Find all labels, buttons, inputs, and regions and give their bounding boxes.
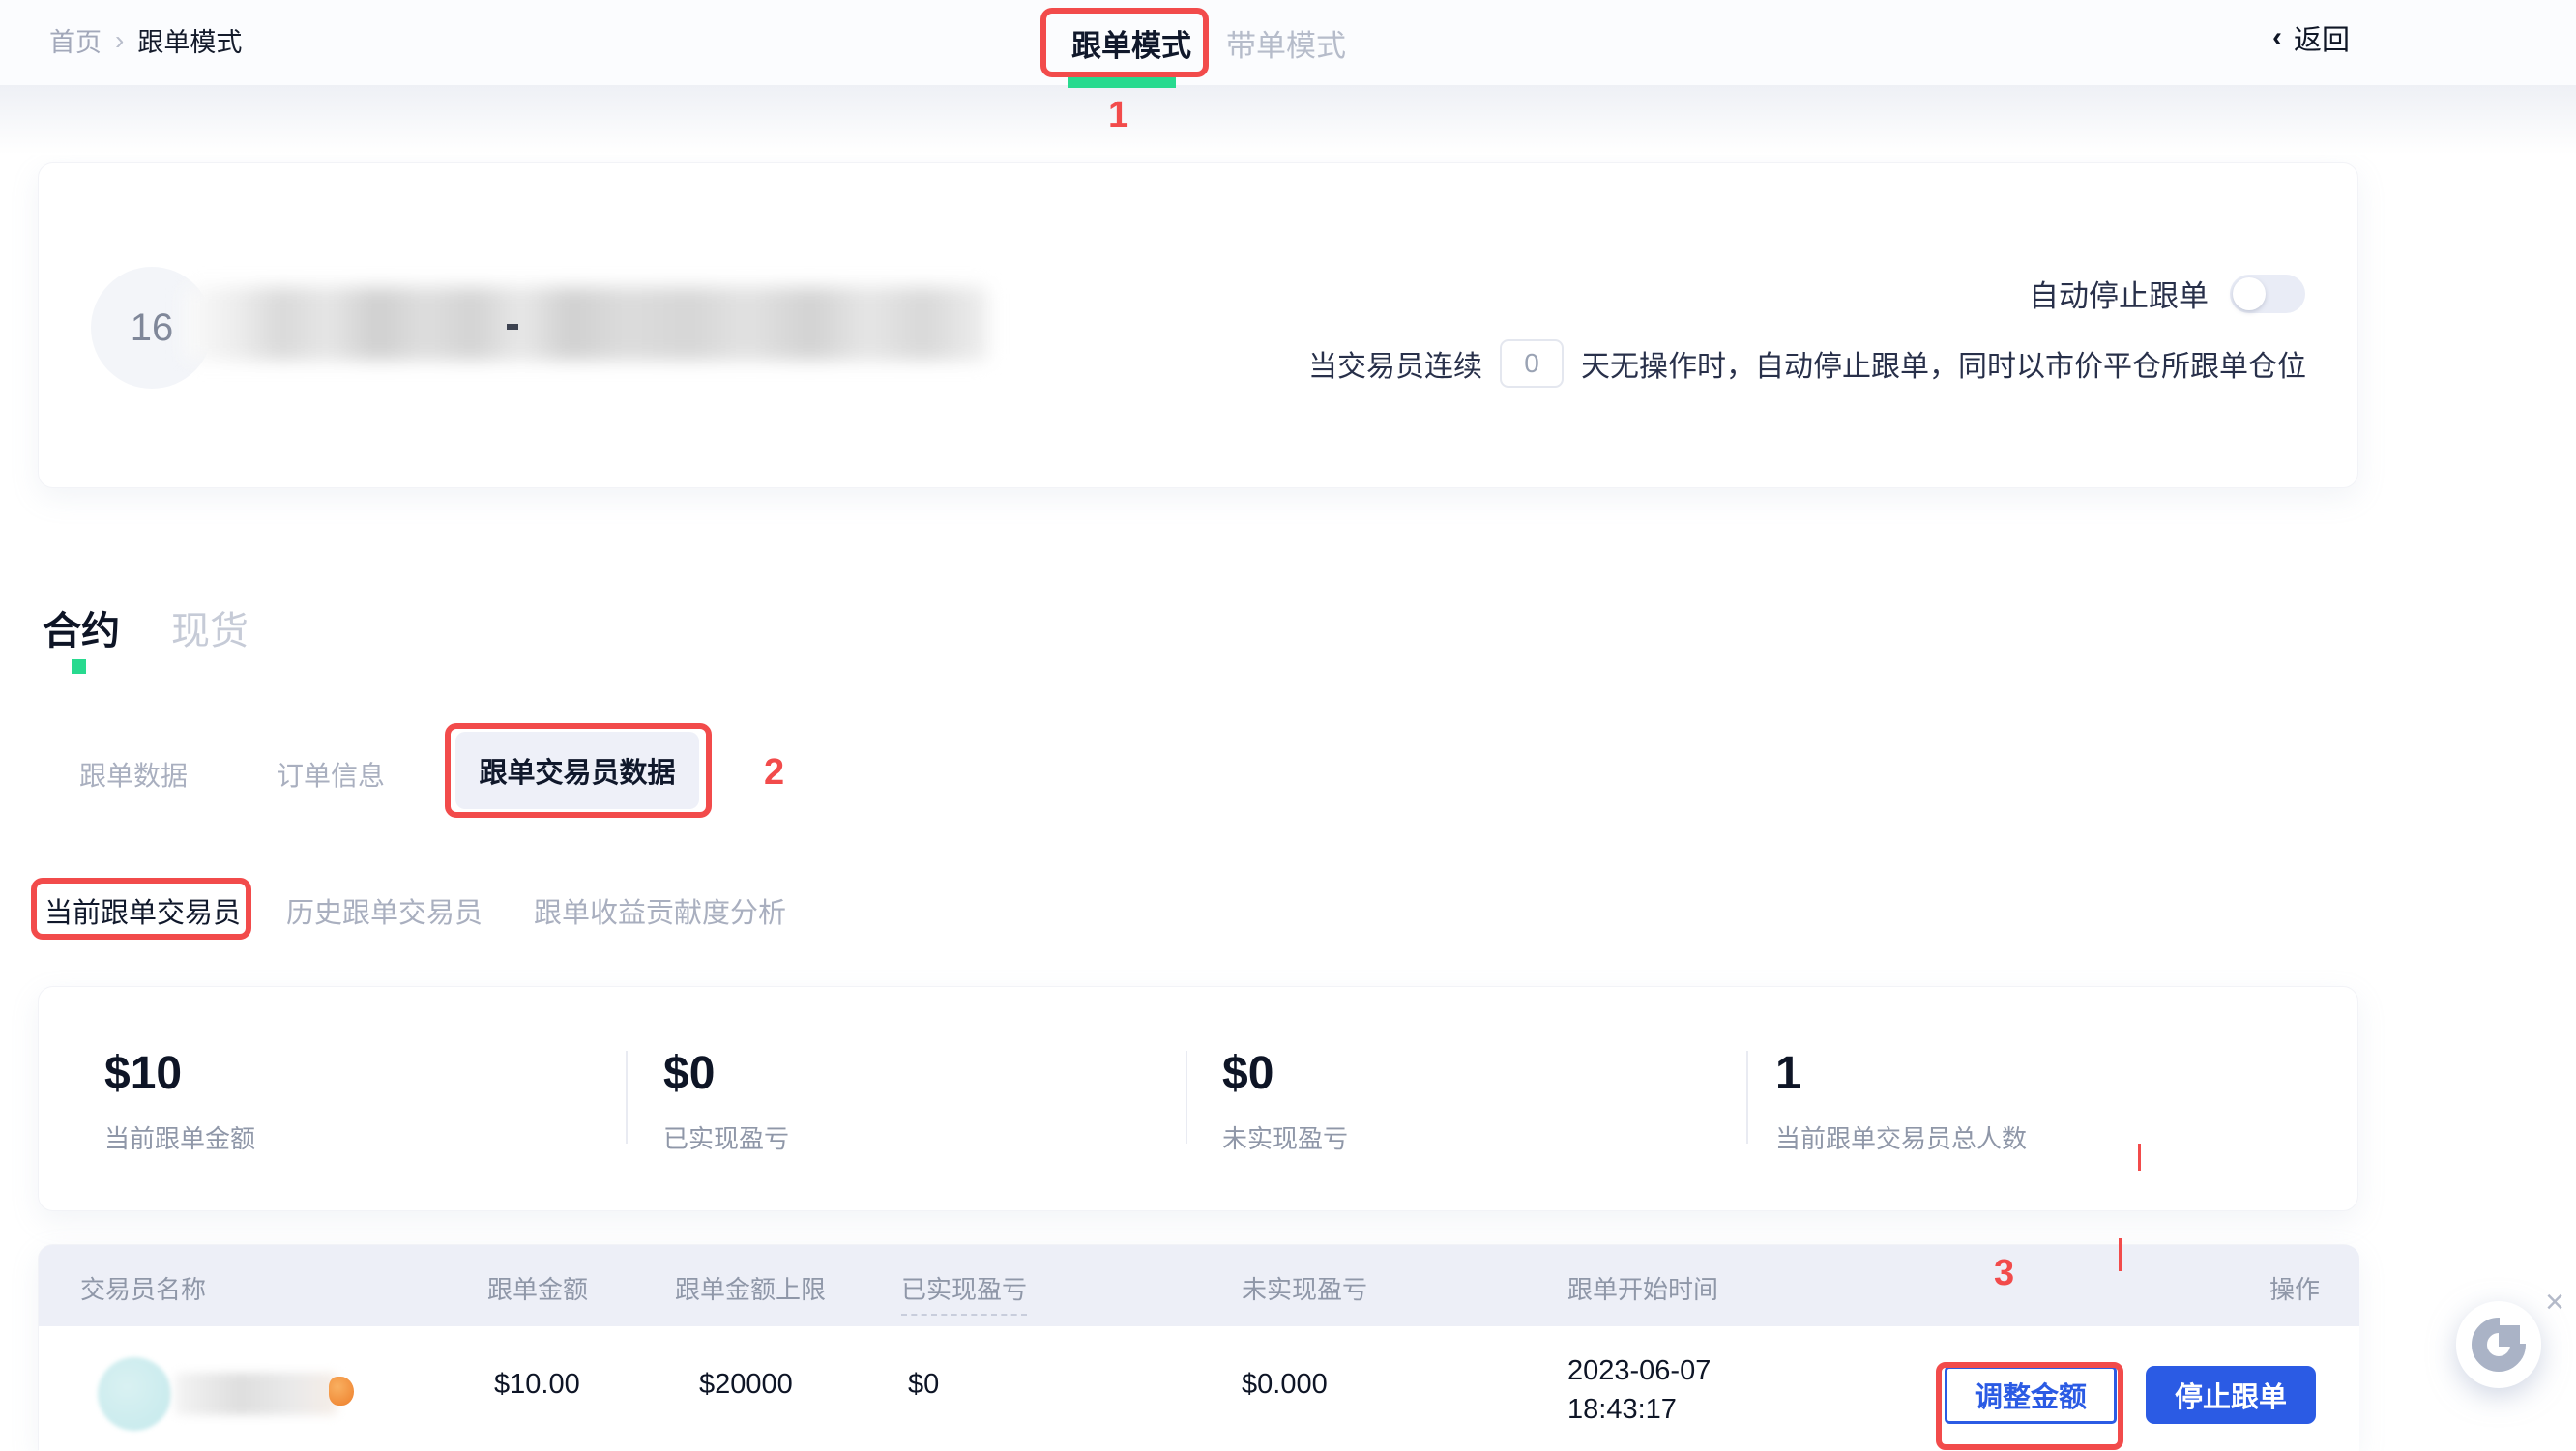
tab-order-info[interactable]: 订单信息	[277, 755, 385, 794]
col-unrealized-pnl: 未实现盈亏	[1242, 1270, 1367, 1306]
breadcrumb-current: 跟单模式	[137, 21, 242, 59]
annotation-box-adjust-button	[1936, 1362, 2123, 1450]
active-market-indicator	[72, 659, 86, 674]
stat-divider	[1186, 1051, 1187, 1144]
row-trader-name-redacted	[175, 1373, 337, 1415]
stat-realized-pnl: $0 已实现盈亏	[663, 1047, 789, 1155]
stat-value: $0	[663, 1047, 789, 1100]
tab-follow-data[interactable]: 跟单数据	[79, 755, 188, 794]
top-navbar: 首页 › 跟单模式 跟单模式 带单模式 ‹ 返回	[0, 0, 2576, 85]
tab-spot[interactable]: 现货	[171, 599, 249, 655]
stats-card: $10 当前跟单金额 $0 已实现盈亏 $0 未实现盈亏 1 当前跟单交易员总人…	[38, 986, 2358, 1211]
auto-stop-toggle[interactable]	[2230, 275, 2305, 313]
annotation-box-step1	[1040, 8, 1209, 77]
cell-realized-pnl: $0	[908, 1369, 939, 1401]
trader-avatar-text: 16	[131, 306, 174, 350]
cell-follow-amount: $10.00	[494, 1369, 580, 1401]
stop-follow-button[interactable]: 停止跟单	[2146, 1366, 2316, 1424]
tab-lead-mode[interactable]: 带单模式	[1226, 21, 1346, 65]
col-trader-name: 交易员名称	[80, 1270, 206, 1306]
stat-value: 1	[1775, 1047, 2027, 1100]
stat-divider	[1746, 1051, 1748, 1144]
back-button[interactable]: ‹ 返回	[2272, 17, 2350, 58]
cell-unrealized-pnl: $0.000	[1242, 1369, 1328, 1401]
annotation-number-2: 2	[764, 752, 784, 794]
stat-value: $10	[104, 1047, 255, 1100]
breadcrumb-home-link[interactable]: 首页	[49, 21, 102, 59]
auto-stop-sentence-prefix: 当交易员连续	[1308, 342, 1482, 385]
auto-stop-sentence-suffix: 天无操作时，自动停止跟单，同时以市价平仓所跟单仓位	[1581, 342, 2306, 385]
stat-label: 当前跟单交易员总人数	[1775, 1119, 2027, 1155]
days-input[interactable]	[1500, 339, 1564, 388]
trader-name-dash	[507, 324, 518, 330]
annotation-number-1: 1	[1108, 95, 1128, 136]
close-icon[interactable]: ×	[2545, 1286, 2564, 1319]
stat-divider	[626, 1051, 628, 1144]
col-follow-amount-limit: 跟单金额上限	[675, 1270, 826, 1306]
cell-follow-amount-limit: $20000	[699, 1369, 793, 1401]
chevron-right-icon: ›	[115, 25, 124, 56]
stat-total-followed-traders: 1 当前跟单交易员总人数	[1775, 1047, 2027, 1155]
cell-start-time: 2023-06-07 18:43:17	[1567, 1351, 1711, 1429]
annotation-number-3: 3	[1994, 1253, 2014, 1294]
annotation-tick-2	[2119, 1238, 2122, 1271]
annotation-box-step3-tab	[31, 878, 251, 940]
back-chevron-icon: ‹	[2272, 21, 2282, 54]
medal-icon	[329, 1377, 354, 1406]
toggle-knob-icon	[2233, 277, 2266, 310]
trader-summary-card: 16 自动停止跟单 当交易员连续 天无操作时，自动停止跟单，同时以市价平仓所跟单…	[38, 162, 2358, 488]
trader-name-redacted	[184, 287, 988, 361]
col-start-time: 跟单开始时间	[1567, 1270, 1718, 1306]
topbar-shadow	[0, 85, 2576, 155]
stat-unrealized-pnl: $0 未实现盈亏	[1222, 1047, 1348, 1155]
gate-logo-icon	[2472, 1318, 2526, 1372]
col-realized-pnl[interactable]: 已实现盈亏	[901, 1270, 1027, 1316]
stat-label: 当前跟单金额	[104, 1119, 255, 1155]
row-trader-avatar	[98, 1357, 171, 1431]
start-date: 2023-06-07	[1567, 1351, 1711, 1390]
annotation-box-step2	[445, 723, 712, 818]
stat-label: 未实现盈亏	[1222, 1119, 1348, 1155]
tab-futures[interactable]: 合约	[43, 599, 120, 655]
floating-help-widget[interactable]: ×	[2444, 1286, 2576, 1421]
start-time: 18:43:17	[1567, 1390, 1711, 1429]
stat-label: 已实现盈亏	[663, 1119, 789, 1155]
stat-current-follow-amount: $10 当前跟单金额	[104, 1047, 255, 1155]
stat-value: $0	[1222, 1047, 1348, 1100]
back-label: 返回	[2294, 17, 2350, 58]
col-actions: 操作	[2269, 1270, 2320, 1306]
active-tab-underline	[1068, 77, 1176, 88]
breadcrumb: 首页 › 跟单模式	[49, 21, 242, 59]
tab-profit-contribution-analysis[interactable]: 跟单收益贡献度分析	[534, 890, 786, 931]
auto-stop-label: 自动停止跟单	[2029, 272, 2209, 315]
col-follow-amount: 跟单金额	[487, 1270, 588, 1306]
annotation-tick-1	[2138, 1144, 2141, 1171]
tab-history-followed-traders[interactable]: 历史跟单交易员	[286, 890, 483, 931]
